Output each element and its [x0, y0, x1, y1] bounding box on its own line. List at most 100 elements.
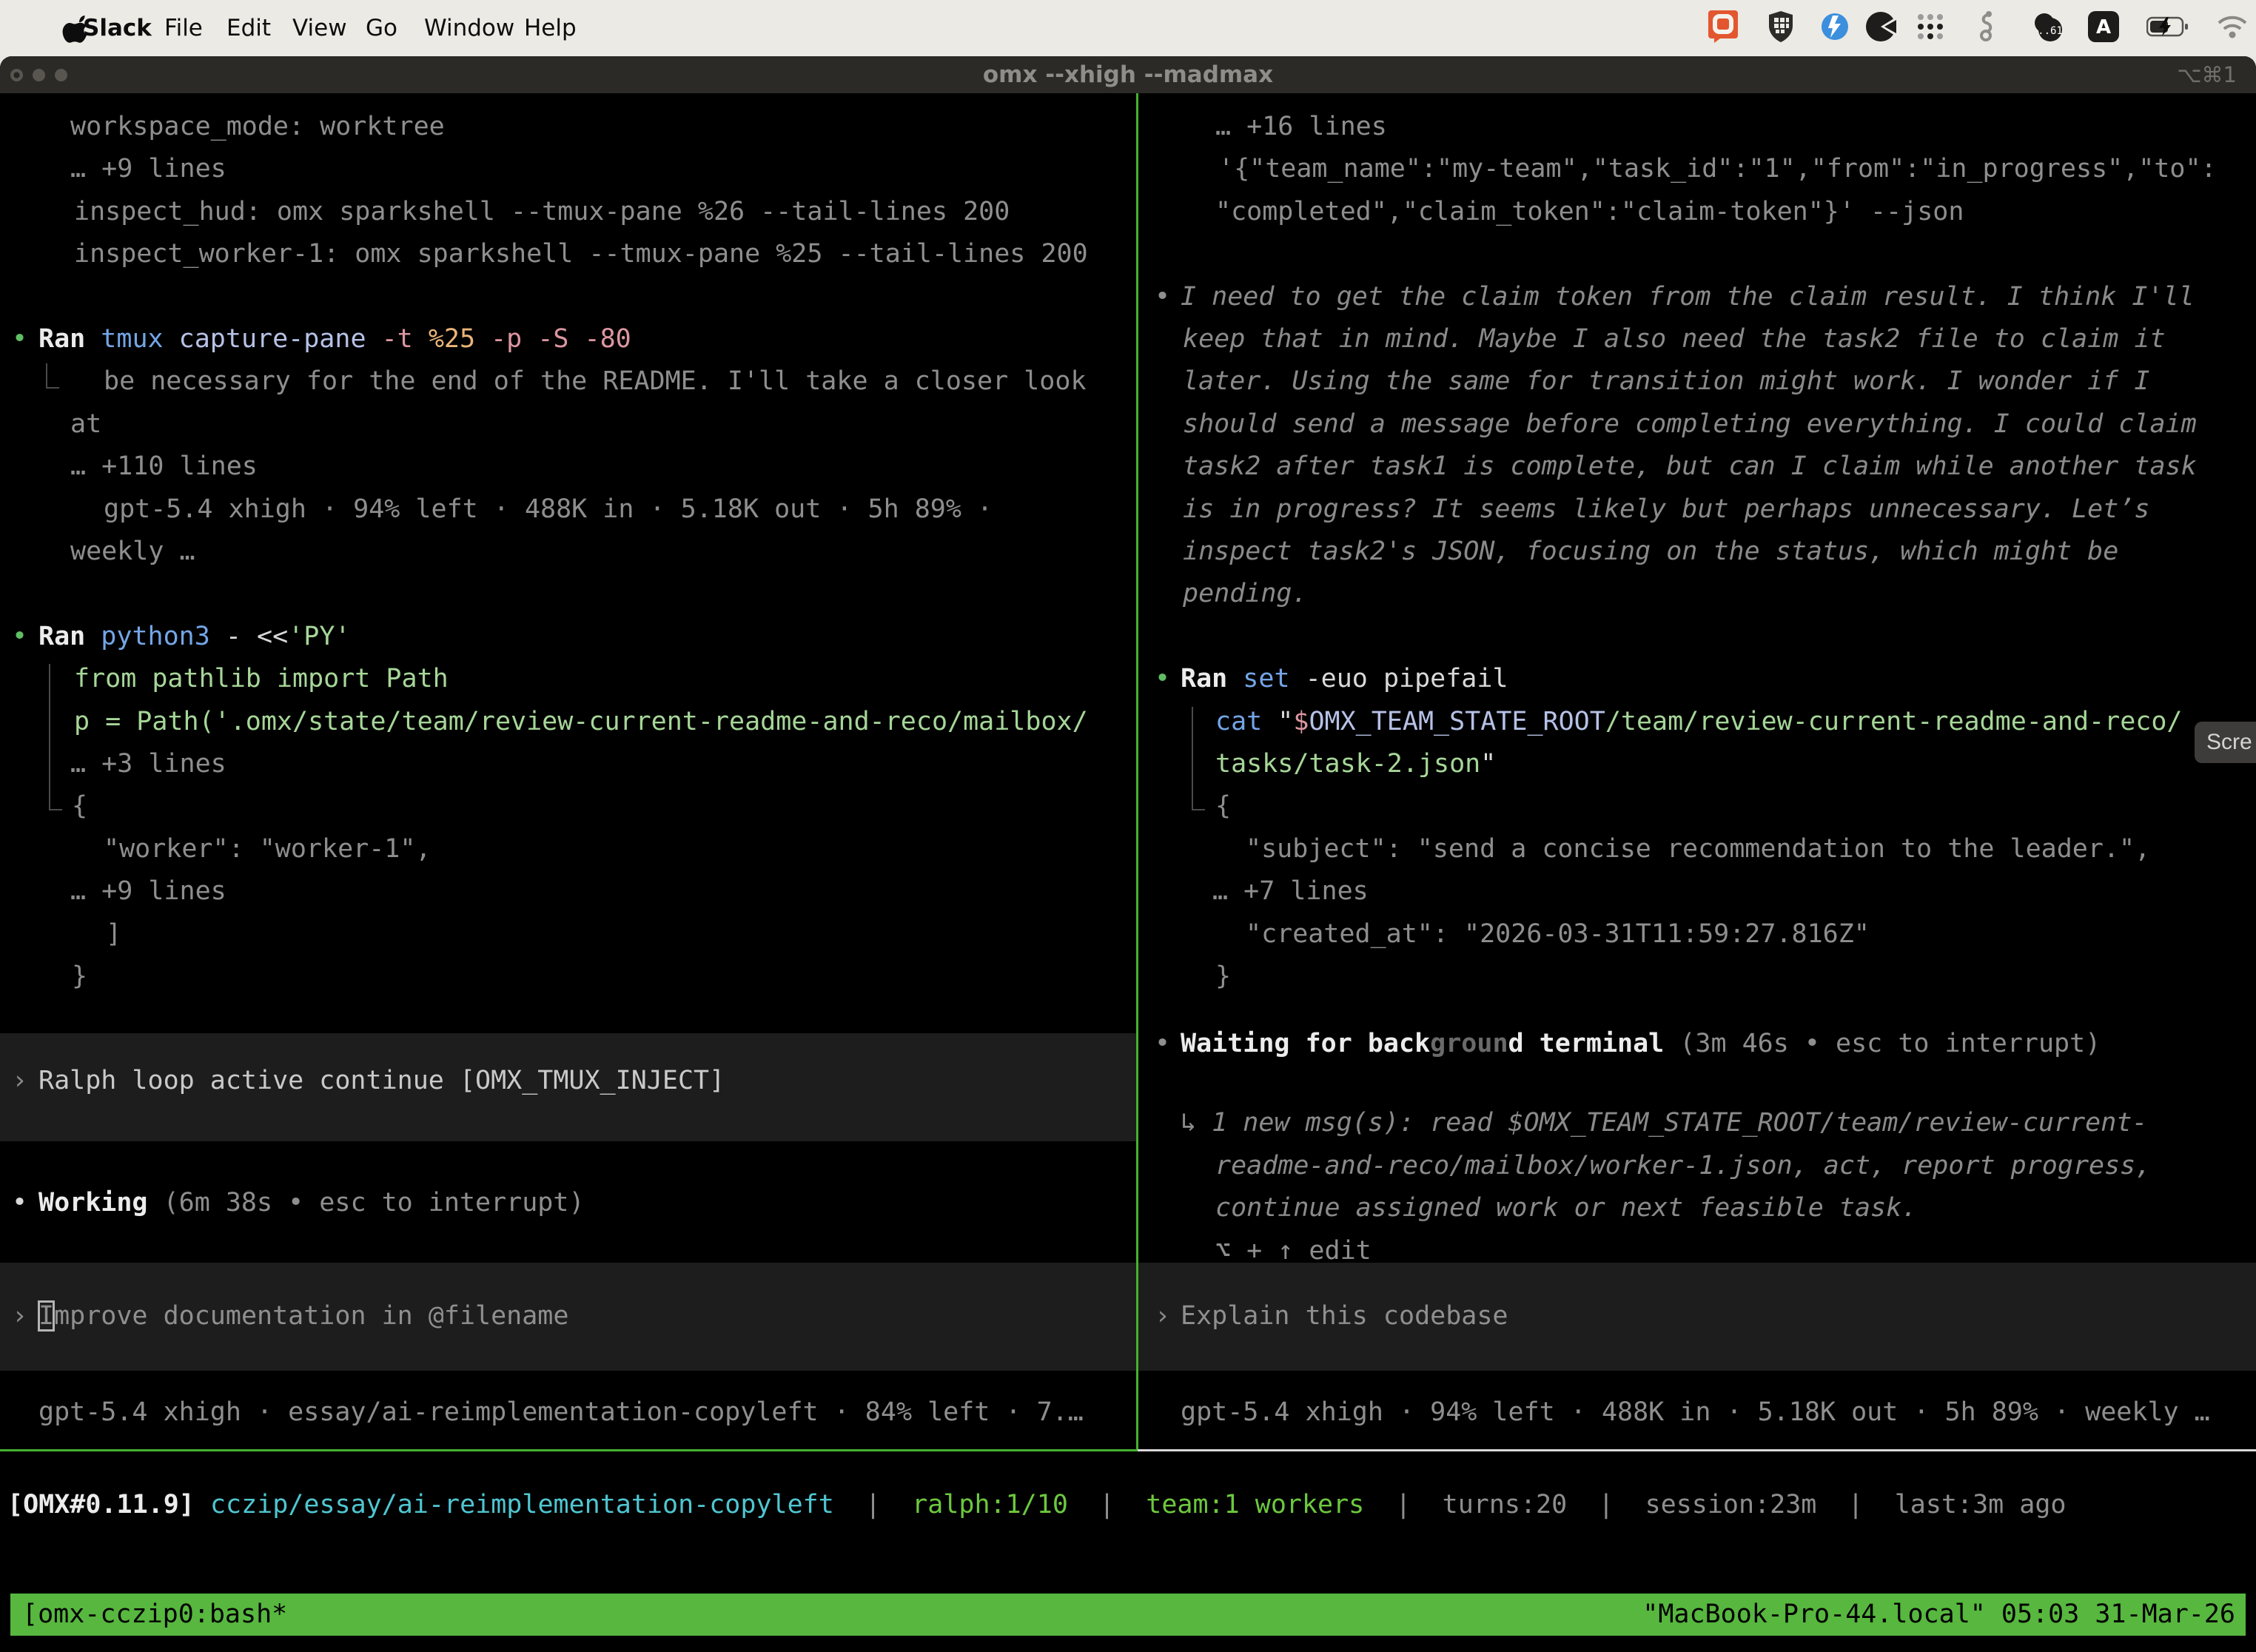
terminal-line: {	[72, 785, 87, 827]
terminal-line: … +9 lines	[70, 148, 226, 190]
terminal-line: at	[70, 403, 101, 446]
wifi-icon[interactable]	[2216, 14, 2249, 42]
pane-bottom-border-right	[1138, 1449, 2256, 1451]
terminal-line: ↳ 1 new msg(s): read $OMX_TEAM_STATE_ROO…	[1181, 1102, 2147, 1144]
lightning-badge-icon[interactable]	[1820, 12, 1850, 44]
terminal-line: inspect task2's JSON, focusing on the st…	[1183, 531, 2118, 573]
text-cursor: I	[38, 1301, 54, 1331]
menu-item-help[interactable]: Help	[524, 0, 577, 56]
menu-item-go[interactable]: Go	[366, 0, 397, 56]
macos-screen: Slack File Edit View Go WindowHelp	[0, 0, 2256, 1652]
terminal-line: task2 after task1 is complete, but can I…	[1183, 446, 2197, 488]
timer-badge-icon[interactable]: ..61	[2031, 11, 2064, 45]
prompt-chevron-icon: ›	[1155, 1295, 1170, 1337]
terminal-line: from pathlib import Path	[74, 658, 449, 700]
terminal-window: omx --xhigh --madmax ⌥⌘1 › Ralph loop ac…	[0, 56, 2256, 1652]
terminal-line: }	[72, 956, 87, 998]
screenshot-tooltip: Scre	[2195, 722, 2256, 763]
pane-bottom-border-left	[0, 1449, 1138, 1451]
terminal-line: •	[12, 318, 27, 360]
terminal-line: inspect_worker-1: omx sparkshell --tmux-…	[74, 233, 1088, 275]
terminal-line: inspect_hud: omx sparkshell --tmux-pane …	[74, 191, 1010, 233]
terminal-line: gpt-5.4 xhigh · 94% left · 488K in · 5.1…	[104, 488, 993, 531]
shield-grid-icon[interactable]	[1767, 11, 1794, 45]
terminal-line: ]	[106, 913, 121, 956]
hook-icon[interactable]	[1978, 10, 1995, 46]
terminal-line: pending.	[1183, 573, 1308, 615]
prompt-chevron-icon: ›	[12, 1295, 27, 1337]
terminal-line: Working (6m 38s • esc to interrupt)	[38, 1182, 585, 1224]
disc-wedge-icon[interactable]	[1865, 11, 1896, 45]
terminal-line: •	[12, 616, 27, 658]
terminal-line: Ran tmux capture-pane -t %25 -p -S -80	[38, 318, 631, 360]
terminal-line: … +7 lines	[1212, 870, 1369, 913]
terminal-line: •	[1155, 1023, 1170, 1065]
input-source-icon[interactable]: A	[2087, 10, 2120, 46]
tmux-pane-hud[interactable]: › Ralph loop active continue [OMX_TMUX_I…	[0, 93, 1136, 1449]
menu-app-name[interactable]: Slack	[83, 0, 152, 56]
terminal-line: '{"team_name":"my-team","task_id":"1","f…	[1218, 148, 2217, 190]
terminal-body: › Ralph loop active continue [OMX_TMUX_I…	[0, 93, 2256, 1652]
terminal-line: … +16 lines	[1215, 106, 1387, 148]
terminal-line: later. Using the same for transition mig…	[1183, 360, 2149, 403]
terminal-line: "worker": "worker-1",	[104, 828, 432, 870]
terminal-line: •	[12, 1182, 27, 1224]
menu-bar: Slack File Edit View Go WindowHelp	[0, 0, 2256, 56]
tmux-pane-worker[interactable]: Scre › Explain this codebase … +16 lines…	[1138, 93, 2256, 1449]
menu-item-view[interactable]: View	[292, 0, 347, 56]
svg-text:A: A	[2096, 16, 2111, 38]
terminal-line: I need to get the claim token from the c…	[1181, 276, 2195, 318]
terminal-line: •	[1155, 658, 1170, 700]
menu-item-file[interactable]: File	[164, 0, 203, 56]
terminal-line: workspace_mode: worktree	[70, 106, 445, 148]
terminal-line: ⌥ + ↑ edit	[1215, 1230, 1372, 1272]
terminal-line: … +3 lines	[70, 743, 226, 785]
terminal-line: … +9 lines	[70, 870, 226, 913]
connector-corner	[1192, 707, 1205, 810]
terminal-line: •	[1155, 276, 1170, 318]
prompt-placeholder: Explain this codebase	[1181, 1295, 1508, 1337]
terminal-line: be necessary for the end of the README. …	[104, 360, 1087, 403]
terminal-line: Ran python3 - <<'PY'	[38, 616, 350, 658]
connector-corner	[46, 363, 59, 389]
prompt-input-right[interactable]: › Explain this codebase	[1138, 1263, 2256, 1371]
terminal-line: Waiting for background terminal (3m 46s …	[1181, 1023, 2101, 1065]
prompt-placeholder: Improve documentation in @filename	[38, 1295, 568, 1337]
menu-item-edit[interactable]: Edit	[226, 0, 271, 56]
terminal-line: should send a message before completing …	[1183, 403, 2197, 446]
terminal-line: gpt-5.4 xhigh · 94% left · 488K in · 5.1…	[1181, 1391, 2210, 1434]
terminal-line: "created_at": "2026-03-31T11:59:27.816Z"	[1246, 913, 1870, 956]
window-shortcut-badge: ⌥⌘1	[2177, 56, 2237, 93]
terminal-line: continue assigned work or next feasible …	[1215, 1187, 1917, 1229]
terminal-line: tasks/task-2.json"	[1215, 743, 1496, 785]
window-title: omx --xhigh --madmax	[0, 56, 2256, 93]
terminal-line: is in progress? It seems likely but perh…	[1183, 488, 2149, 531]
tmux-host-clock: "MacBook-Pro-44.local" 05:03 31-Mar-26	[1642, 1594, 2235, 1636]
chat-icon[interactable]	[1708, 10, 1738, 46]
hud-status-line: [OMX#0.11.9] cczip/essay/ai-reimplementa…	[7, 1484, 2067, 1526]
terminal-line: p = Path('.omx/state/team/review-current…	[74, 701, 1088, 743]
ralph-status-band: › Ralph loop active continue [OMX_TMUX_I…	[0, 1033, 1136, 1141]
terminal-line: … +110 lines	[70, 446, 258, 488]
terminal-line: gpt-5.4 xhigh · essay/ai-reimplementatio…	[38, 1391, 1084, 1434]
terminal-line: "completed","claim_token":"claim-token"}…	[1215, 191, 1964, 233]
window-titlebar[interactable]: omx --xhigh --madmax ⌥⌘1	[0, 56, 2256, 93]
tmux-session-label: [omx-cczip0:bash*	[22, 1594, 287, 1636]
battery-icon[interactable]	[2146, 16, 2189, 41]
connector-corner	[49, 664, 62, 810]
terminal-line: readme-and-reco/mailbox/worker-1.json, a…	[1215, 1145, 2151, 1187]
menu-item-window[interactable]: Window	[424, 0, 514, 56]
terminal-line: }	[1215, 956, 1231, 998]
terminal-line: cat "$OMX_TEAM_STATE_ROOT/team/review-cu…	[1215, 701, 2182, 743]
prompt-input-left[interactable]: › Improve documentation in @filename	[0, 1263, 1136, 1371]
terminal-line: Ran set -euo pipefail	[1181, 658, 1508, 700]
dots-grid-icon[interactable]	[1916, 12, 1945, 44]
svg-text:..61: ..61	[2038, 25, 2063, 37]
tmux-status-bar: [omx-cczip0:bash* "MacBook-Pro-44.local"…	[10, 1594, 2246, 1636]
terminal-line: weekly …	[70, 531, 195, 573]
chevron-icon: ›	[12, 1060, 27, 1102]
ralph-status-text: Ralph loop active continue [OMX_TMUX_INJ…	[38, 1060, 725, 1102]
terminal-line: keep that in mind. Maybe I also need the…	[1183, 318, 2166, 360]
terminal-line: {	[1215, 785, 1231, 827]
terminal-line: "subject": "send a concise recommendatio…	[1246, 828, 2150, 870]
